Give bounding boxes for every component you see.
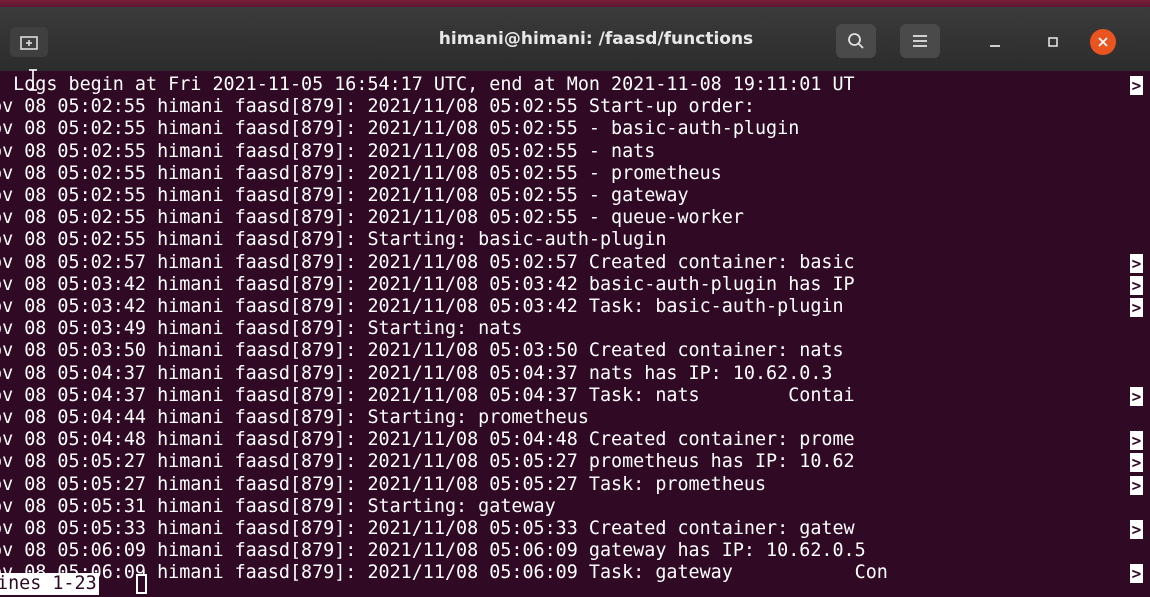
log-line: ov 08 05:05:31 himani faasd[879]: Starti… <box>0 496 1150 518</box>
log-line: ov 08 05:03:50 himani faasd[879]: 2021/1… <box>0 340 1150 362</box>
log-line-text: ov 08 05:02:57 himani faasd[879]: 2021/1… <box>0 251 855 273</box>
log-line: ov 08 05:02:55 himani faasd[879]: 2021/1… <box>0 118 1150 140</box>
log-line: ov 08 05:06:09 himani faasd[879]: 2021/1… <box>0 540 1150 562</box>
log-line-text: ov 08 05:04:37 himani faasd[879]: 2021/1… <box>0 384 855 406</box>
log-line: ov 08 05:02:57 himani faasd[879]: 2021/1… <box>0 252 1150 274</box>
new-tab-button[interactable] <box>10 27 48 57</box>
hamburger-menu-icon <box>913 35 927 47</box>
new-tab-icon <box>20 36 38 50</box>
log-line-text: ov 08 05:02:55 himani faasd[879]: 2021/1… <box>0 96 755 118</box>
log-line: ov 08 05:05:33 himani faasd[879]: 2021/1… <box>0 518 1150 540</box>
log-line: ov 08 05:02:55 himani faasd[879]: 2021/1… <box>0 207 1150 229</box>
maximize-button[interactable] <box>1040 29 1066 55</box>
pager-status: ines 1-23 <box>0 573 200 596</box>
log-line-text: ov 08 05:05:33 himani faasd[879]: 2021/1… <box>0 518 855 539</box>
search-button[interactable] <box>836 24 876 58</box>
log-line-text: ov 08 05:04:48 himani faasd[879]: 2021/1… <box>0 429 855 451</box>
minimize-button[interactable] <box>982 29 1008 55</box>
line-overflow-marker: > <box>1130 275 1143 295</box>
log-line: ov 08 05:03:42 himani faasd[879]: 2021/1… <box>0 296 1150 318</box>
log-line: ov 08 05:04:48 himani faasd[879]: 2021/1… <box>0 429 1150 451</box>
log-line: ov 08 05:02:55 himani faasd[879]: 2021/1… <box>0 96 1150 118</box>
log-line-text: ov 08 05:02:55 himani faasd[879]: 2021/1… <box>0 207 744 229</box>
log-line-text: ov 08 05:06:09 himani faasd[879]: 2021/1… <box>0 540 866 562</box>
line-overflow-marker: > <box>1130 431 1143 451</box>
log-line: ov 08 05:02:55 himani faasd[879]: Starti… <box>0 229 1150 251</box>
line-overflow-marker: > <box>1130 386 1143 406</box>
line-overflow-marker: > <box>1130 564 1143 584</box>
line-overflow-marker: > <box>1130 253 1143 273</box>
log-line: ov 08 05:04:44 himani faasd[879]: Starti… <box>0 407 1150 429</box>
log-line: ov 08 05:02:55 himani faasd[879]: 2021/1… <box>0 163 1150 185</box>
minimize-icon <box>990 45 1000 47</box>
log-line-text: ov 08 05:03:49 himani faasd[879]: Starti… <box>0 318 523 340</box>
log-line: ov 08 05:04:37 himani faasd[879]: 2021/1… <box>0 385 1150 407</box>
log-line: - Logs begin at Fri 2021-11-05 16:54:17 … <box>0 74 1150 96</box>
line-overflow-marker: > <box>1130 475 1143 495</box>
log-line: ov 08 05:05:27 himani faasd[879]: 2021/1… <box>0 474 1150 496</box>
title-bar[interactable]: himani@himani: /faasd/functions <box>0 7 1150 72</box>
log-line-text: ov 08 05:03:50 himani faasd[879]: 2021/1… <box>0 340 844 362</box>
line-overflow-marker: > <box>1130 520 1143 539</box>
desktop-top-strip <box>0 0 1150 7</box>
log-line: ov 08 05:05:27 himani faasd[879]: 2021/1… <box>0 451 1150 473</box>
log-line-text: ov 08 05:05:27 himani faasd[879]: 2021/1… <box>0 451 855 473</box>
line-overflow-marker: > <box>1130 298 1143 317</box>
text-cursor-icon <box>29 69 37 91</box>
terminal-output[interactable]: - Logs begin at Fri 2021-11-05 16:54:17 … <box>0 69 1150 597</box>
log-line-text: ov 08 05:02:55 himani faasd[879]: 2021/1… <box>0 162 722 184</box>
log-line: ov 08 05:03:42 himani faasd[879]: 2021/1… <box>0 274 1150 296</box>
log-line: ov 08 05:03:49 himani faasd[879]: Starti… <box>0 318 1150 340</box>
close-icon <box>1098 37 1108 47</box>
line-overflow-marker: > <box>1130 76 1143 95</box>
search-icon <box>848 33 864 49</box>
menu-button[interactable] <box>900 24 940 58</box>
log-line-text: - Logs begin at Fri 2021-11-05 16:54:17 … <box>0 74 855 95</box>
log-line-text: ov 08 05:03:42 himani faasd[879]: 2021/1… <box>0 296 855 317</box>
log-line: ov 08 05:02:55 himani faasd[879]: 2021/1… <box>0 141 1150 163</box>
pager-status-text: ines 1-23 <box>0 573 99 595</box>
close-button[interactable] <box>1090 29 1116 55</box>
window-title: himani@himani: /faasd/functions <box>438 29 754 49</box>
log-line-text: ov 08 05:02:55 himani faasd[879]: 2021/1… <box>0 140 656 162</box>
terminal-window: himani@himani: /faasd/functions - Logs b… <box>0 7 1150 597</box>
line-overflow-marker: > <box>1130 453 1143 473</box>
log-line-text: ov 08 05:04:44 himani faasd[879]: Starti… <box>0 407 589 428</box>
log-line-text: ov 08 05:03:42 himani faasd[879]: 2021/1… <box>0 273 855 295</box>
maximize-icon <box>1048 37 1058 47</box>
log-line-text: ov 08 05:02:55 himani faasd[879]: Starti… <box>0 229 667 251</box>
log-line-text: ov 08 05:05:27 himani faasd[879]: 2021/1… <box>0 473 767 495</box>
log-line-text: ov 08 05:02:55 himani faasd[879]: 2021/1… <box>0 118 800 140</box>
log-line: ov 08 05:04:37 himani faasd[879]: 2021/1… <box>0 363 1150 385</box>
log-line: ov 08 05:02:55 himani faasd[879]: 2021/1… <box>0 185 1150 207</box>
log-line-text: ov 08 05:05:31 himani faasd[879]: Starti… <box>0 495 556 517</box>
terminal-cursor <box>136 574 147 594</box>
log-line-text: ov 08 05:02:55 himani faasd[879]: 2021/1… <box>0 185 689 206</box>
log-line-text: ov 08 05:04:37 himani faasd[879]: 2021/1… <box>0 362 833 384</box>
